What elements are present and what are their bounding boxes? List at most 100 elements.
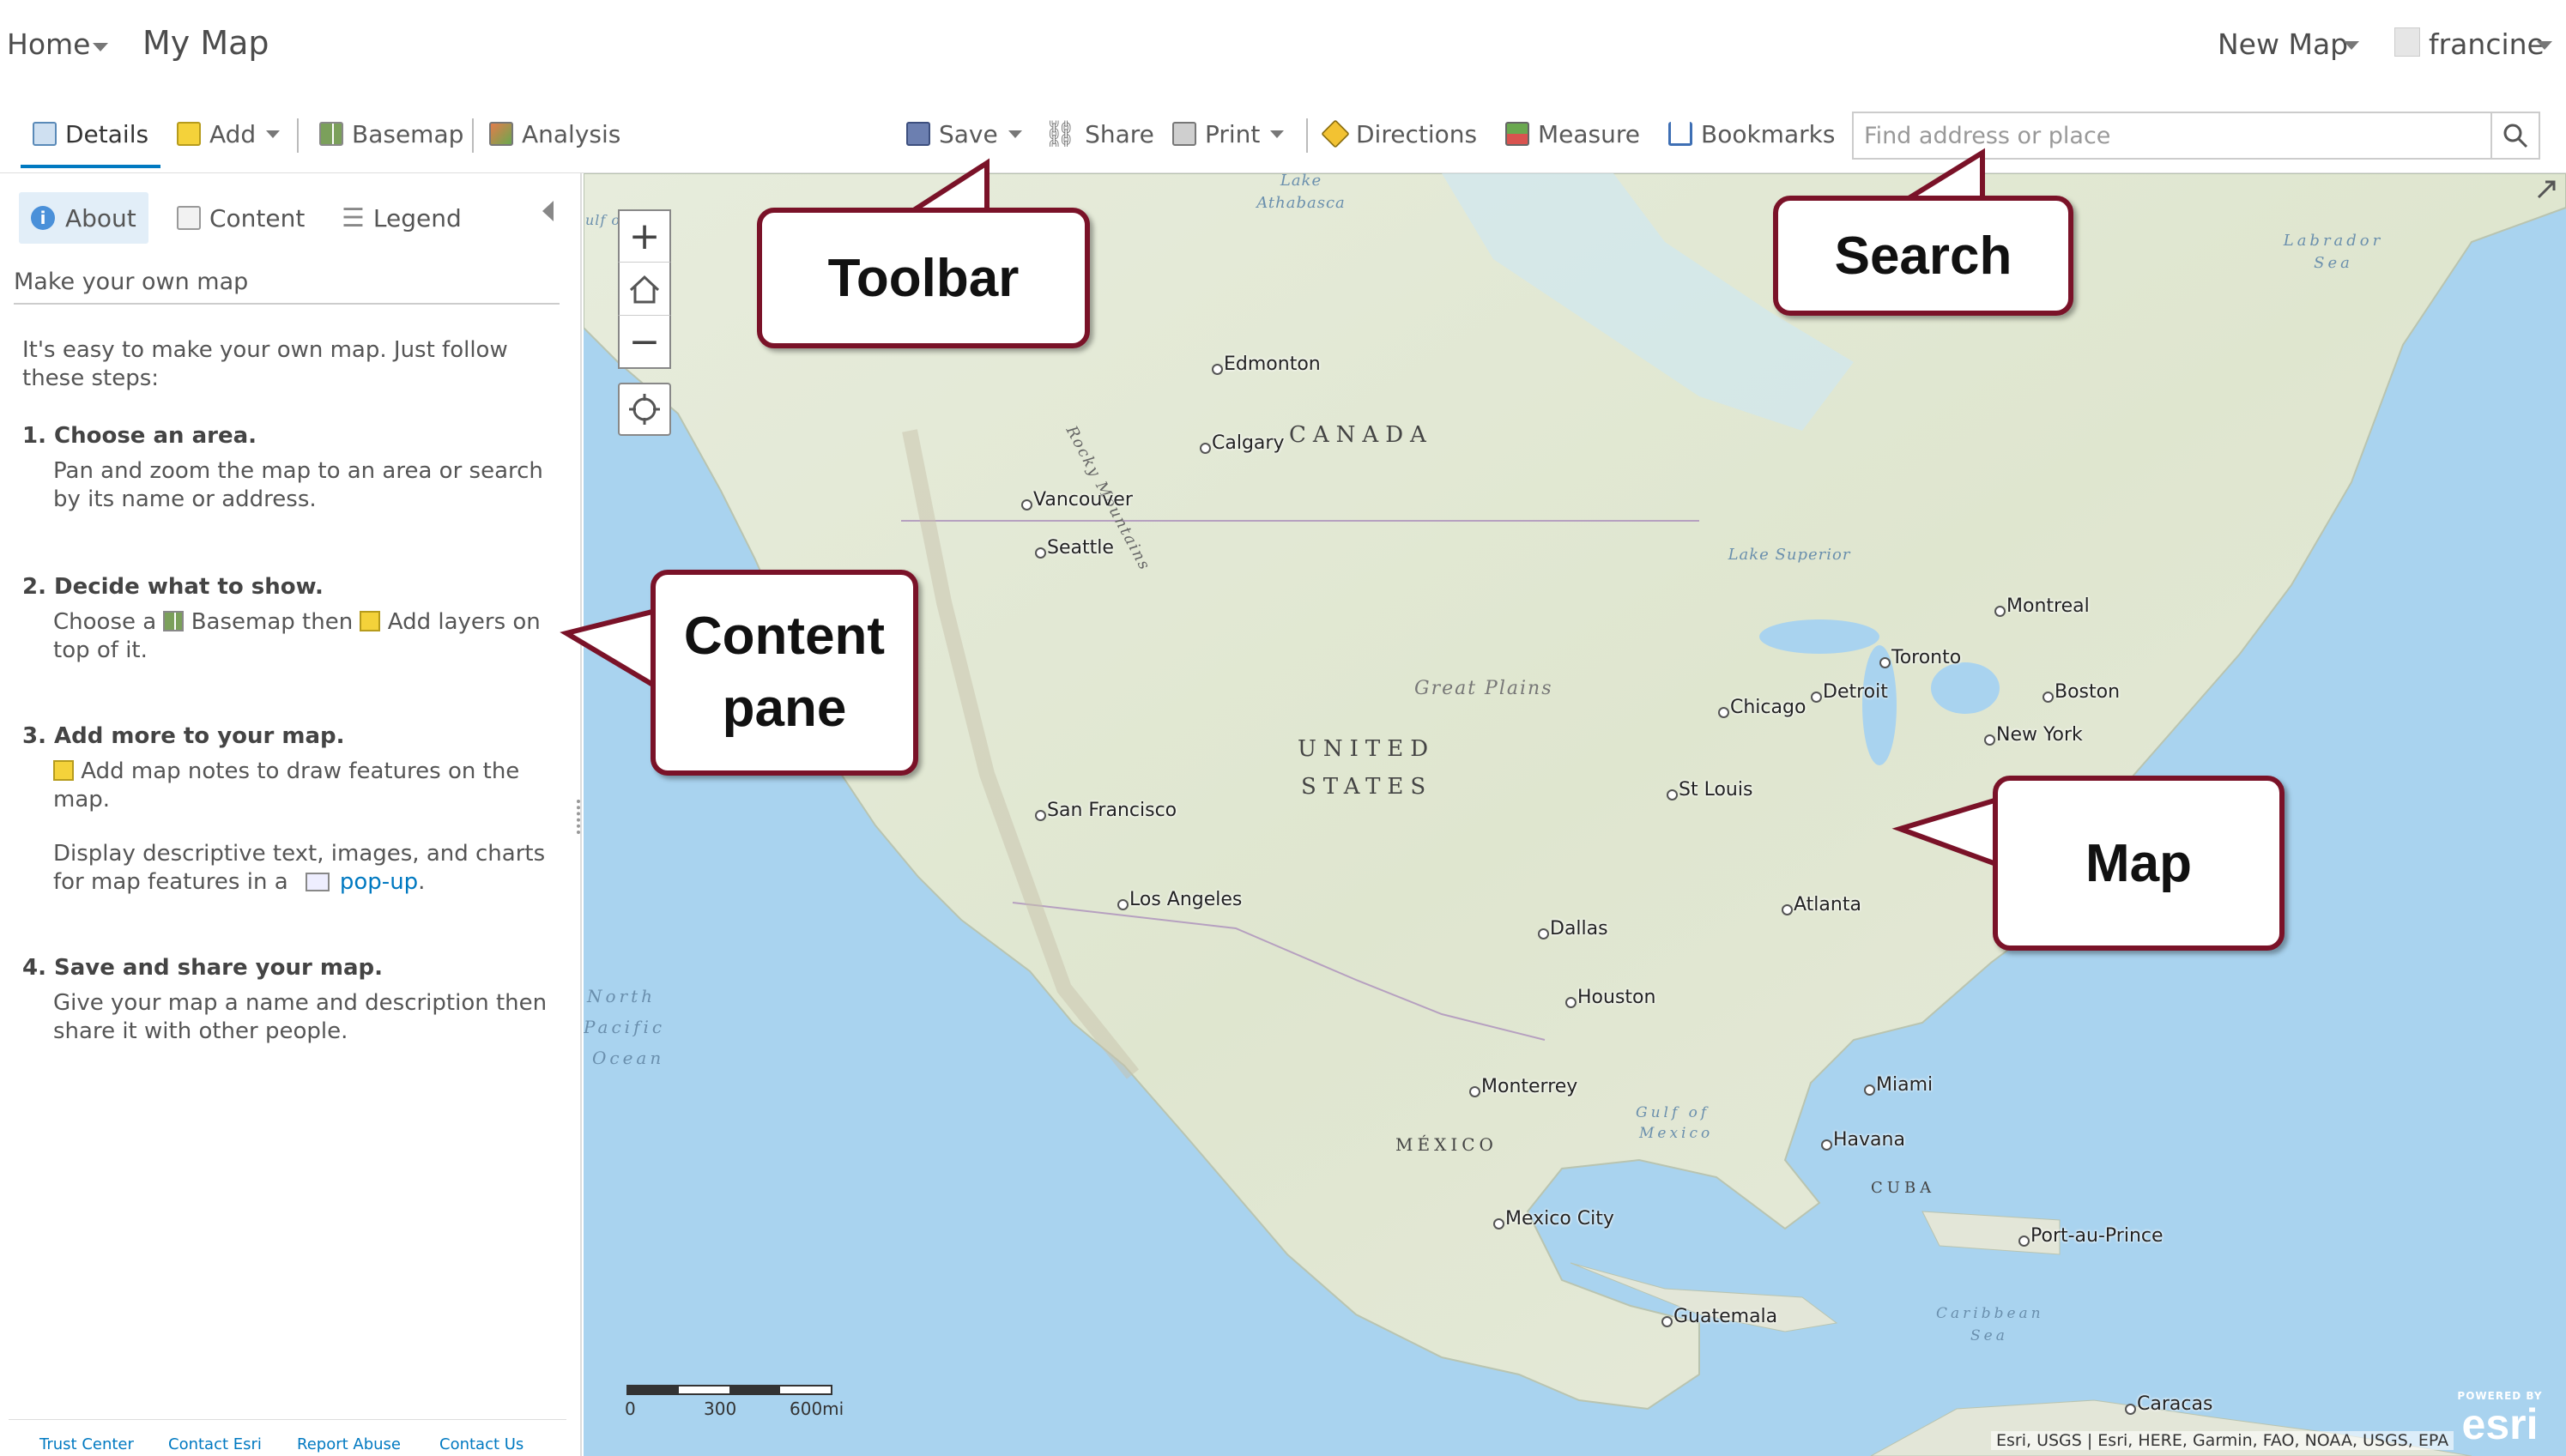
callout-map-text: Map [2085, 833, 2192, 893]
step-2-heading: 2. Decide what to show. [22, 574, 324, 600]
step-4-heading: 4. Save and share your map. [22, 955, 383, 981]
callout-toolbar: Toolbar [757, 208, 1090, 348]
city-label-los-angeles: Los Angeles [1117, 889, 1243, 910]
search-input[interactable] [1854, 113, 2492, 158]
tab-about[interactable]: i About [19, 192, 148, 244]
measure-button[interactable]: Measure [1505, 115, 1640, 153]
plus-icon: + [628, 214, 661, 258]
country-label-canada: CANADA [1289, 422, 1433, 448]
step-2: 2. Decide what to show. Choose a Basemap… [14, 573, 563, 665]
city-label-monterrey: Monterrey [1468, 1076, 1578, 1097]
expand-map-icon[interactable] [2535, 177, 2559, 201]
report-abuse-link[interactable]: Report Abuse [297, 1435, 401, 1453]
basemap-gallery-icon [319, 122, 343, 146]
city-label-san-francisco: San Francisco [1034, 800, 1177, 821]
details-button[interactable]: Details [21, 103, 161, 168]
city-label-mexico-city: Mexico City [1493, 1208, 1614, 1229]
basemap-button[interactable]: Basemap [319, 115, 463, 153]
new-map-chevron-down-icon[interactable] [2344, 41, 2359, 50]
home-chevron-down-icon[interactable] [93, 43, 108, 51]
lake-huron [1931, 662, 2000, 714]
pop-up-link[interactable]: pop-up [340, 869, 418, 895]
city-label-toronto: Toronto [1879, 647, 1962, 668]
content-pane: i About Content ☰ Legend Make your own m… [0, 173, 582, 1456]
print-label: Print [1205, 119, 1261, 148]
zoom-out-button[interactable]: − [618, 316, 671, 369]
directions-icon [1321, 119, 1350, 148]
water-label-ocean: Ocean [592, 1048, 665, 1068]
tab-legend[interactable]: ☰ Legend [330, 192, 474, 244]
add-label: Add [209, 119, 257, 148]
tab-content[interactable]: Content [165, 192, 317, 244]
toolbar-divider [1306, 118, 1308, 153]
zoom-in-button[interactable]: + [618, 209, 671, 263]
city-label-new-york: New York [1984, 724, 2083, 746]
tab-about-label: About [65, 203, 136, 233]
home-menu[interactable]: Home [7, 27, 90, 61]
legend-icon: ☰ [342, 202, 365, 233]
toolbar-divider [472, 118, 474, 153]
user-chevron-down-icon[interactable] [2537, 41, 2552, 50]
share-button[interactable]: ⛓ Share [1044, 115, 1154, 153]
step-3-text: Add map notes to draw features on the ma… [53, 758, 520, 813]
basemap-gallery-icon [163, 611, 185, 631]
bookmarks-button[interactable]: Bookmarks [1668, 115, 1835, 153]
intro-text: It's easy to make your own map. Just fol… [22, 337, 508, 391]
collapse-pane-icon[interactable] [542, 201, 554, 221]
save-label: Save [939, 119, 998, 148]
city-label-detroit: Detroit [1811, 681, 1888, 703]
details-icon [33, 122, 57, 146]
save-button[interactable]: Save [906, 115, 1022, 153]
user-avatar[interactable] [2394, 27, 2420, 57]
tab-content-label: Content [209, 203, 306, 233]
locate-button[interactable] [618, 383, 671, 436]
directions-button[interactable]: Directions [1321, 115, 1477, 153]
analysis-button[interactable]: Analysis [489, 115, 620, 153]
user-name-menu[interactable]: francine [2429, 27, 2545, 61]
analysis-label: Analysis [522, 119, 621, 148]
esri-logo[interactable]: POWERED BY esri [2446, 1390, 2554, 1452]
info-icon: i [31, 206, 55, 230]
water-label-superior: Lake Superior [1728, 546, 1851, 564]
callout-map: Map [1993, 776, 2285, 951]
water-label-mexico-gulf: Mexico [1639, 1125, 1714, 1142]
callout-search-text: Search [1834, 226, 2012, 286]
city-label-montreal: Montreal [1994, 595, 2090, 617]
add-layer-icon [360, 611, 381, 631]
step-3-body: Add map notes to draw features on the ma… [22, 758, 554, 814]
city-label-seattle: Seattle [1035, 537, 1114, 559]
step-1-body: Pan and zoom the map to an area or searc… [53, 458, 543, 512]
share-label: Share [1085, 119, 1154, 148]
step-4-body: Give your map a name and description the… [53, 990, 548, 1044]
print-button[interactable]: Print [1172, 115, 1285, 153]
locate-crosshair-icon [629, 394, 660, 425]
add-layer-icon [177, 122, 201, 146]
city-label-havana: Havana [1821, 1129, 1905, 1151]
city-label-st-louis: St Louis [1666, 779, 1753, 800]
step-3-body-2: Display descriptive text, images, and ch… [22, 840, 554, 897]
search-button[interactable] [2490, 113, 2539, 158]
step-2-body: Choose a Basemap then Add layers on top … [22, 608, 572, 665]
city-label-port-au-prince: Port-au-Prince [2018, 1225, 2164, 1247]
measure-icon [1505, 122, 1529, 146]
pane-resize-handle[interactable] [577, 800, 580, 834]
city-label-edmonton: Edmonton [1212, 353, 1321, 375]
scale-label-end: 600mi [790, 1399, 844, 1419]
contact-us-link[interactable]: Contact Us [439, 1435, 523, 1453]
contact-esri-link[interactable]: Contact Esri [168, 1435, 262, 1453]
water-label-labrador: Labrador Sea [2283, 232, 2384, 272]
add-button[interactable]: Add [177, 115, 281, 153]
step-1-heading: 1. Choose an area. [22, 423, 257, 449]
map-attribution[interactable]: Esri, USGS | Esri, HERE, Garmin, FAO, NO… [1991, 1431, 2454, 1450]
save-chevron-down-icon [1008, 130, 1022, 138]
details-label: Details [65, 119, 149, 148]
minus-icon: − [628, 319, 661, 364]
basemap-label: Basemap [352, 119, 464, 148]
default-extent-button[interactable] [618, 263, 671, 316]
city-label-vancouver: Vancouver [1021, 489, 1133, 511]
new-map-menu[interactable]: New Map [2218, 27, 2348, 61]
bookmarks-label: Bookmarks [1701, 119, 1836, 148]
trust-center-link[interactable]: Trust Center [39, 1435, 134, 1453]
footer-divider [9, 1419, 566, 1420]
step-2-text-b: Basemap then [191, 609, 354, 635]
